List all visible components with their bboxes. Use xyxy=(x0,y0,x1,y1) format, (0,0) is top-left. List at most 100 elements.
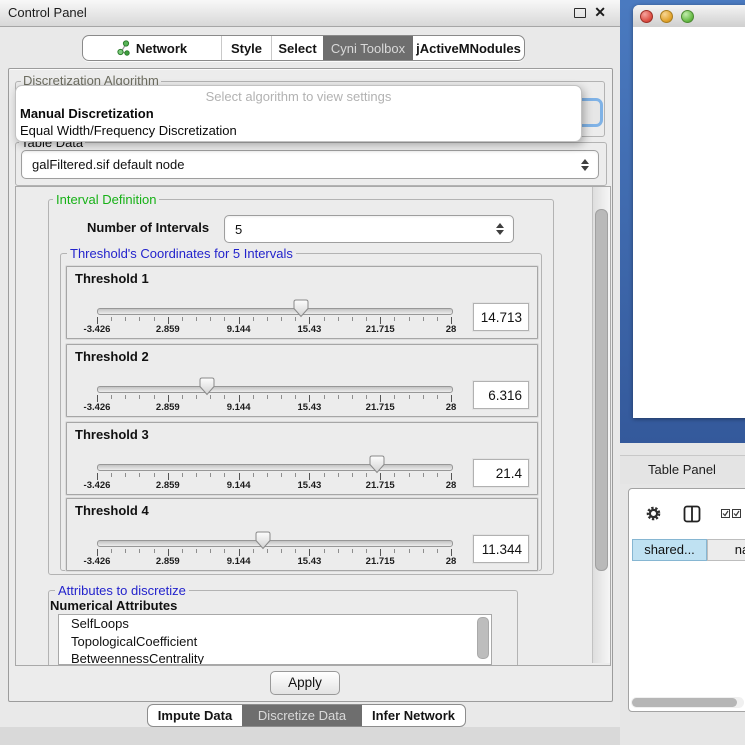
columns-icon[interactable] xyxy=(683,505,701,523)
tick-label: 21.715 xyxy=(366,556,395,567)
table-horizontal-scrollbar[interactable] xyxy=(631,697,744,708)
column-header-name[interactable]: na xyxy=(707,539,745,561)
threshold-2-slider-track[interactable] xyxy=(97,386,453,393)
slider-tick-labels: -3.4262.8599.14415.4321.71528 xyxy=(97,324,451,335)
threshold-4-panel: Threshold 4-3.4262.8599.14415.4321.71528… xyxy=(66,498,538,571)
number-of-intervals-value: 5 xyxy=(235,222,242,237)
number-of-intervals-spinner[interactable]: 5 xyxy=(224,215,514,243)
close-traffic-light[interactable] xyxy=(640,10,653,23)
threshold-3-label: Threshold 3 xyxy=(75,427,149,442)
tick-label: 21.715 xyxy=(366,402,395,413)
gear-icon[interactable] xyxy=(645,505,662,522)
threshold-1-slider-thumb[interactable] xyxy=(293,299,309,318)
right-pane: Table Panel shared... na xyxy=(620,0,745,745)
tick-label: -3.426 xyxy=(84,556,111,567)
bottom-strip xyxy=(0,727,620,745)
scrollbar-thumb[interactable] xyxy=(595,209,608,571)
scrollbar-thumb[interactable] xyxy=(632,698,737,707)
numerical-attributes-list[interactable]: SelfLoopsTopologicalCoefficientBetweenne… xyxy=(58,614,492,665)
threshold-2-value-field[interactable]: 6.316 xyxy=(473,381,529,409)
checkboxes-icon[interactable] xyxy=(721,509,743,519)
tab-discretize-data[interactable]: Discretize Data xyxy=(242,705,362,726)
threshold-2-slider-thumb[interactable] xyxy=(199,377,215,396)
table-header-row: shared... na xyxy=(632,539,745,561)
threshold-4-label: Threshold 4 xyxy=(75,503,149,518)
thresholds-group-title: Threshold's Coordinates for 5 Intervals xyxy=(67,246,296,261)
tab-label: Select xyxy=(278,41,316,56)
threshold-3-panel: Threshold 3-3.4262.8599.14415.4321.71528… xyxy=(66,422,538,495)
tick-label: -3.426 xyxy=(84,324,111,335)
column-header-shared-name[interactable]: shared... xyxy=(632,539,707,561)
top-tab-bar: Network Style Select Cyni Toolbox jActiveMNo… xyxy=(82,35,525,61)
settings-vertical-scrollbar[interactable] xyxy=(592,187,610,663)
algorithm-placeholder: Select algorithm to view settings xyxy=(16,89,581,104)
network-canvas[interactable] xyxy=(633,27,745,418)
tick-label: 9.144 xyxy=(227,556,251,567)
threshold-2-label: Threshold 2 xyxy=(75,349,149,364)
network-view-frame xyxy=(620,0,745,443)
tick-label: 28 xyxy=(446,324,457,335)
interval-definition-title: Interval Definition xyxy=(53,192,159,207)
tick-label: 21.715 xyxy=(366,324,395,335)
tab-label: Cyni Toolbox xyxy=(331,41,405,56)
tab-cyni-toolbox[interactable]: Cyni Toolbox xyxy=(323,36,413,60)
attribute-item-topologicalcoefficient[interactable]: TopologicalCoefficient xyxy=(59,633,491,651)
tick-label: 28 xyxy=(446,480,457,491)
attribute-item-betweennesscentrality[interactable]: BetweennessCentrality xyxy=(59,650,491,665)
tick-label: 2.859 xyxy=(156,480,180,491)
slider-tick-labels: -3.4262.8599.14415.4321.71528 xyxy=(97,402,451,413)
network-window xyxy=(633,5,745,418)
table-panel: shared... na xyxy=(628,488,745,712)
tick-label: 9.144 xyxy=(227,402,251,413)
tab-style[interactable]: Style xyxy=(221,36,271,60)
threshold-3-slider-track[interactable] xyxy=(97,464,453,471)
tick-label: 9.144 xyxy=(227,480,251,491)
table-data-combobox[interactable]: galFiltered.sif default node xyxy=(21,150,599,179)
tab-impute-data[interactable]: Impute Data xyxy=(148,705,242,726)
tab-select[interactable]: Select xyxy=(271,36,323,60)
number-of-intervals-label: Number of Intervals xyxy=(87,220,209,235)
table-panel-titlebar: Table Panel xyxy=(620,455,745,484)
tick-label: 28 xyxy=(446,556,457,567)
panel-title: Control Panel xyxy=(8,5,87,20)
network-window-titlebar[interactable] xyxy=(633,5,745,28)
tick-label: 15.43 xyxy=(298,324,322,335)
network-icon xyxy=(117,40,131,56)
control-panel: Control Panel ✕ Network Style Select Cyni T… xyxy=(0,0,620,745)
control-panel-titlebar: Control Panel ✕ xyxy=(0,0,620,27)
threshold-1-value-field[interactable]: 14.713 xyxy=(473,303,529,331)
combo-arrows-icon xyxy=(581,159,589,171)
cyni-toolbox-panel: Discretization Algorithm Select algorith… xyxy=(8,68,613,702)
tick-label: -3.426 xyxy=(84,480,111,491)
threshold-4-slider-track[interactable] xyxy=(97,540,453,547)
tick-label: 2.859 xyxy=(156,324,180,335)
tab-jactivemnodules[interactable]: jActiveMNodules xyxy=(413,36,524,60)
settings-scroll-area: Interval Definition Number of Intervals … xyxy=(15,186,611,666)
threshold-4-value-field[interactable]: 11.344 xyxy=(473,535,529,563)
algorithm-option-equal-width[interactable]: Equal Width/Frequency Discretization xyxy=(20,123,237,138)
threshold-4-slider-thumb[interactable] xyxy=(255,531,271,550)
threshold-1-slider-track[interactable] xyxy=(97,308,453,315)
threshold-2-panel: Threshold 2 -3.4262.8599.14415.4321.71528… xyxy=(66,344,538,417)
threshold-1-panel: Threshold 1-3.4262.8599.14415.4321.71528… xyxy=(66,266,538,339)
numerical-attributes-label: Numerical Attributes xyxy=(50,598,177,613)
float-window-icon[interactable] xyxy=(574,8,586,18)
minimize-traffic-light[interactable] xyxy=(660,10,673,23)
tab-infer-network[interactable]: Infer Network xyxy=(362,705,465,726)
tab-network[interactable]: Network xyxy=(83,36,221,60)
bottom-tab-bar: Impute DataDiscretize DataInfer Network xyxy=(147,704,466,727)
algorithm-dropdown-popup: Select algorithm to view settings Manual… xyxy=(15,85,582,142)
attributes-list-scrollbar[interactable] xyxy=(477,617,489,659)
slider-tick-labels: -3.4262.8599.14415.4321.71528 xyxy=(97,556,451,567)
tab-label: Style xyxy=(231,41,262,56)
attribute-item-selfloops[interactable]: SelfLoops xyxy=(59,615,491,633)
threshold-3-value-field[interactable]: 21.4 xyxy=(473,459,529,487)
algorithm-option-manual[interactable]: Manual Discretization xyxy=(20,106,154,121)
apply-button[interactable]: Apply xyxy=(270,671,340,695)
tick-label: 15.43 xyxy=(298,556,322,567)
tick-label: 28 xyxy=(446,402,457,413)
close-icon[interactable]: ✕ xyxy=(594,4,606,21)
threshold-3-slider-thumb[interactable] xyxy=(369,455,385,474)
zoom-traffic-light[interactable] xyxy=(681,10,694,23)
tab-label: Network xyxy=(136,41,187,56)
